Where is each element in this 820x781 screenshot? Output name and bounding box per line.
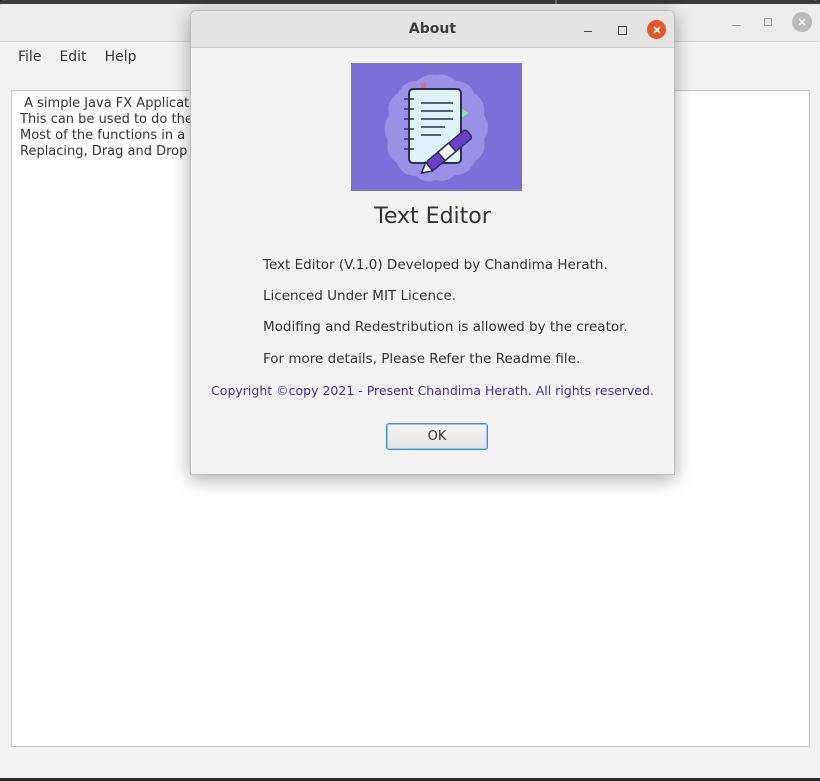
dialog-maximize-button[interactable] (613, 21, 631, 39)
status-bar (0, 750, 820, 778)
redistribution-text: Modifing and Redestribution is allowed b… (263, 319, 628, 335)
about-dialog: About Text Editor Text Editor (V.1.0) De… (190, 10, 675, 475)
notebook-pen-icon (351, 63, 522, 191)
maximize-icon (617, 25, 627, 35)
close-icon (798, 18, 806, 26)
minimize-icon (731, 24, 741, 26)
window-top-edge (0, 0, 820, 4)
window-top-edge-marker (555, 0, 557, 4)
dialog-title: About (408, 21, 457, 37)
ok-button[interactable]: OK (386, 423, 488, 450)
main-close-button[interactable] (792, 12, 812, 32)
dialog-close-button[interactable] (647, 20, 666, 39)
main-maximize-button[interactable] (758, 12, 778, 32)
menu-file[interactable]: File (9, 42, 50, 72)
dialog-minimize-button[interactable] (579, 21, 597, 39)
minimize-icon (584, 31, 592, 32)
version-text: Text Editor (V.1.0) Developed by Chandim… (263, 257, 608, 273)
main-minimize-button[interactable] (726, 12, 746, 32)
copyright-text: Copyright ©copy 2021 - Present Chandima … (211, 383, 654, 398)
menu-edit[interactable]: Edit (50, 42, 95, 72)
app-name: Text Editor (374, 204, 491, 229)
licence-text: Licenced Under MIT Licence. (263, 288, 457, 304)
close-icon (652, 25, 661, 34)
menu-help[interactable]: Help (96, 42, 146, 72)
maximize-icon (764, 18, 772, 26)
readme-text: For more details, Please Refer the Readm… (263, 351, 581, 367)
dialog-titlebar: About (191, 11, 674, 48)
